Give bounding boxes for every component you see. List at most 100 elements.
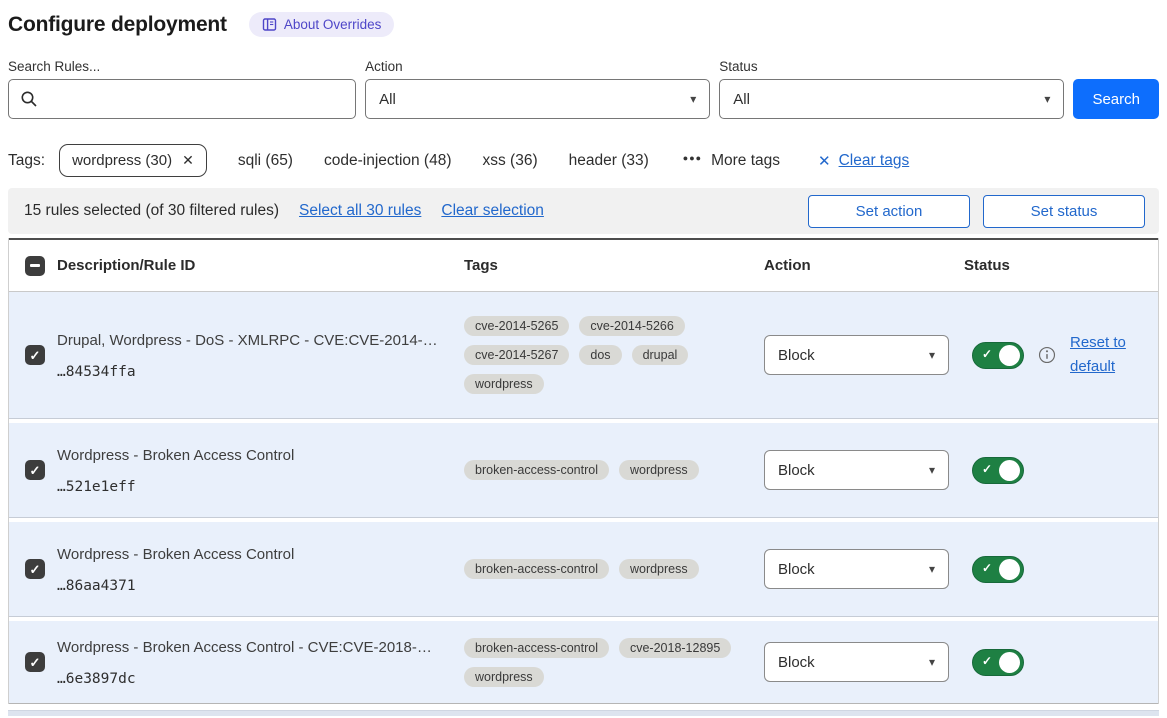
toggle-knob: [999, 652, 1020, 673]
clear-icon: ✕: [818, 152, 831, 170]
reset-to-default-link[interactable]: Reset to default: [1070, 331, 1136, 379]
filter-bar: Search Rules... Action All ▾ Status All …: [8, 58, 1159, 119]
rule-action-select[interactable]: Block ▾: [764, 642, 949, 682]
search-input-wrap: [8, 79, 356, 119]
tag-filter-sqli[interactable]: sqli (65): [238, 152, 293, 170]
page-header: Configure deployment About Overrides: [0, 0, 1167, 40]
clear-tags-label: Clear tags: [839, 152, 910, 170]
info-icon: [1038, 346, 1056, 364]
check-icon: ✓: [30, 656, 41, 669]
tag-pill: broken-access-control: [464, 460, 609, 480]
tag-pill: wordpress: [619, 559, 699, 579]
check-icon: ✓: [30, 464, 41, 477]
tag-pill: cve-2018-12895: [619, 638, 731, 658]
tag-pill: cve-2014-5265: [464, 316, 569, 336]
rule-tag-list: broken-access-control wordpress: [464, 460, 764, 480]
page-title: Configure deployment: [8, 9, 227, 40]
row-checkbox[interactable]: ✓: [25, 652, 45, 672]
column-header-status: Status: [964, 257, 1158, 274]
check-icon: ✓: [30, 349, 41, 362]
check-icon: ✓: [982, 655, 992, 667]
selection-summary: 15 rules selected (of 30 filtered rules): [24, 202, 279, 220]
rule-status-toggle[interactable]: ✓: [972, 457, 1024, 484]
about-overrides-label: About Overrides: [284, 17, 382, 32]
book-icon: [262, 17, 277, 32]
clear-tags-link[interactable]: ✕ Clear tags: [818, 152, 909, 170]
action-filter-select[interactable]: All ▾: [365, 79, 710, 119]
rule-description: Wordpress - Broken Access Control - CVE:…: [57, 638, 450, 658]
tag-filter-header[interactable]: header (33): [569, 152, 649, 170]
tag-filter-code-injection[interactable]: code-injection (48): [324, 152, 452, 170]
rule-status-toggle[interactable]: ✓: [972, 649, 1024, 676]
tag-pill: cve-2014-5267: [464, 345, 569, 365]
search-rules-input[interactable]: [8, 79, 356, 119]
chevron-down-icon: ▾: [929, 656, 935, 668]
indeterminate-icon: [30, 264, 40, 267]
toggle-knob: [999, 460, 1020, 481]
tag-pill: dos: [579, 345, 621, 365]
rule-action-select[interactable]: Block ▾: [764, 549, 949, 589]
clear-selection-link[interactable]: Clear selection: [441, 202, 544, 220]
rule-status-toggle[interactable]: ✓: [972, 342, 1024, 369]
rule-action-value: Block: [778, 561, 815, 578]
table-row: ✓ Wordpress - Broken Access Control - CV…: [9, 621, 1158, 704]
rule-tag-list: broken-access-controlcve-2018-12895wordp…: [464, 638, 764, 687]
rule-description: Wordpress - Broken Access Control: [57, 446, 450, 466]
rule-tag-list: broken-access-control wordpress: [464, 559, 764, 579]
search-icon: [20, 90, 38, 108]
table-row: ✓ Wordpress - Broken Access Control …521…: [9, 423, 1158, 518]
ellipsis-icon: ●●●: [683, 153, 702, 163]
rule-description: Drupal, Wordpress - DoS - XMLRPC - CVE:C…: [57, 331, 450, 351]
rule-action-select[interactable]: Block ▾: [764, 335, 949, 375]
next-row-preview: [8, 710, 1159, 716]
action-filter-value: All: [379, 91, 396, 108]
chevron-down-icon: ▾: [690, 93, 696, 105]
rule-status-toggle[interactable]: ✓: [972, 556, 1024, 583]
more-tags-button[interactable]: ●●● More tags: [683, 152, 780, 170]
remove-tag-icon[interactable]: ✕: [182, 152, 194, 169]
table-header-row: Description/Rule ID Tags Action Status: [9, 238, 1158, 292]
tag-pill: cve-2014-5266: [579, 316, 684, 336]
status-filter-value: All: [733, 91, 750, 108]
tag-pill: wordpress: [619, 460, 699, 480]
row-checkbox[interactable]: ✓: [25, 460, 45, 480]
tag-pill: wordpress: [464, 374, 544, 394]
row-checkbox[interactable]: ✓: [25, 559, 45, 579]
about-overrides-badge[interactable]: About Overrides: [249, 12, 395, 37]
rule-action-value: Block: [778, 654, 815, 671]
rule-action-value: Block: [778, 462, 815, 479]
rule-id: …84534ffa: [57, 364, 450, 380]
chevron-down-icon: ▾: [929, 464, 935, 476]
toggle-knob: [999, 559, 1020, 580]
tag-filter-xss[interactable]: xss (36): [483, 152, 538, 170]
chevron-down-icon: ▾: [929, 349, 935, 361]
select-all-link[interactable]: Select all 30 rules: [299, 202, 421, 220]
selected-tag-chip[interactable]: wordpress (30) ✕: [59, 144, 207, 177]
tag-pill: wordpress: [464, 667, 544, 687]
set-status-button[interactable]: Set status: [983, 195, 1145, 228]
tag-pill: broken-access-control: [464, 559, 609, 579]
chevron-down-icon: ▾: [1044, 93, 1050, 105]
rule-id: …521e1eff: [57, 479, 450, 495]
check-icon: ✓: [982, 348, 992, 360]
table-row: ✓ Drupal, Wordpress - DoS - XMLRPC - CVE…: [9, 292, 1158, 419]
row-checkbox[interactable]: ✓: [25, 345, 45, 365]
check-icon: ✓: [982, 463, 992, 475]
set-action-button[interactable]: Set action: [808, 195, 970, 228]
check-icon: ✓: [30, 563, 41, 576]
selection-bar: 15 rules selected (of 30 filtered rules)…: [8, 188, 1159, 234]
check-icon: ✓: [982, 562, 992, 574]
selected-tag-label: wordpress (30): [72, 152, 172, 169]
column-header-action: Action: [764, 257, 964, 274]
column-header-description: Description/Rule ID: [57, 257, 464, 274]
table-row: ✓ Wordpress - Broken Access Control …86a…: [9, 522, 1158, 617]
search-button[interactable]: Search: [1073, 79, 1159, 119]
more-tags-label: More tags: [711, 152, 780, 170]
select-all-checkbox[interactable]: [25, 256, 45, 276]
status-filter-label: Status: [719, 58, 1064, 75]
rule-tag-list: cve-2014-5265 cve-2014-5266 cve-2014-5267 d…: [464, 316, 764, 394]
status-filter-select[interactable]: All ▾: [719, 79, 1064, 119]
rules-table: Description/Rule ID Tags Action Status ✓…: [8, 238, 1159, 704]
rule-id: …6e3897dc: [57, 671, 450, 687]
rule-action-select[interactable]: Block ▾: [764, 450, 949, 490]
